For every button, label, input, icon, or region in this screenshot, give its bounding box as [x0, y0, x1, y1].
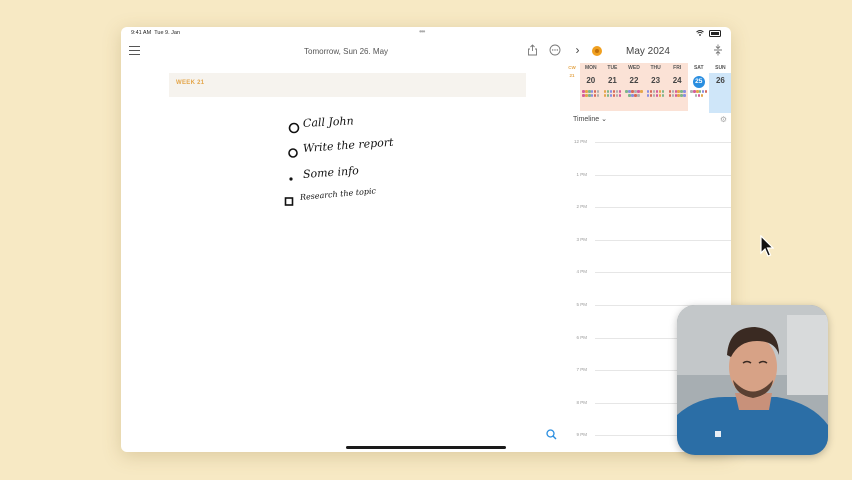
hour-label: 5 PM — [576, 302, 587, 307]
event-indicators — [646, 89, 665, 97]
system-icons — [696, 29, 721, 38]
calendar-day-21[interactable]: TUE 21 — [602, 63, 624, 113]
chevron-down-icon: ⌄ — [601, 116, 608, 123]
mouse-cursor-icon — [760, 234, 775, 259]
calendar-day-name: WED — [628, 65, 640, 71]
calendar-day-23[interactable]: THU 23 — [645, 63, 667, 113]
calendar-day-number: 21 — [607, 76, 617, 85]
timeline-hour-row[interactable]: 12 PM — [561, 139, 731, 144]
hour-label: 1 PM — [576, 171, 587, 177]
handwritten-notes[interactable]: Call John Write the report Some info Res… — [281, 114, 431, 215]
wifi-icon — [696, 30, 705, 36]
hour-gridline — [595, 142, 731, 143]
calendar-day-name: MON — [584, 65, 597, 71]
calendar-day-26[interactable]: SUN 26 — [710, 63, 731, 113]
share-icon[interactable] — [526, 44, 539, 57]
hour-label: 9 PM — [576, 432, 587, 438]
hour-label: 4 PM — [576, 269, 587, 275]
home-indicator[interactable] — [346, 446, 506, 449]
calendar-day-25[interactable]: SAT 25 — [688, 63, 710, 113]
hour-gridline — [595, 272, 731, 274]
orange-status-icon[interactable] — [592, 46, 602, 56]
calendar-day-number: 23 — [651, 76, 661, 85]
menu-icon[interactable] — [129, 46, 140, 55]
event-indicators — [603, 89, 622, 97]
more-icon[interactable] — [548, 44, 561, 57]
calendar-day-name: FRI — [673, 65, 682, 71]
calendar-day-number: 20 — [586, 76, 596, 85]
status-time: 9:41 AM Tue 9. Jan — [131, 30, 181, 36]
ipad-screen: 9:41 AM Tue 9. Jan ••• Tomorrow, Sun 26.… — [121, 27, 731, 452]
timeline-hour-row[interactable]: 1 PM — [561, 171, 731, 177]
calendar-day-20[interactable]: MON 20 — [580, 63, 602, 113]
hour-label: 7 PM — [576, 367, 587, 373]
search-icon[interactable] — [546, 427, 557, 440]
timeline-hour-row[interactable]: 3 PM — [561, 236, 731, 242]
hour-label: 8 PM — [576, 399, 587, 405]
week-banner[interactable]: WEEK 21 — [169, 73, 526, 97]
webcam-person-image — [677, 305, 828, 455]
hour-label: 3 PM — [576, 236, 587, 242]
calendar-day-24[interactable]: FRI 24 — [666, 63, 688, 113]
event-indicators — [582, 89, 600, 97]
event-indicators — [625, 89, 643, 97]
calendar-day-name: SAT — [693, 65, 704, 71]
month-title[interactable]: May 2024 — [626, 46, 670, 57]
timeline-hour-row[interactable]: 4 PM — [561, 269, 731, 275]
multitasking-dots[interactable]: ••• — [419, 27, 425, 36]
calendar-week-column: CW 21 — [568, 65, 576, 78]
hour-gridline — [595, 239, 731, 241]
event-indicators — [668, 89, 686, 97]
calendar-day-name: TUE — [607, 65, 618, 71]
date-title[interactable]: Tomorrow, Sun 26. May — [304, 47, 388, 56]
calendar-day-number: 25 — [688, 75, 710, 88]
status-bar: 9:41 AM Tue 9. Jan ••• — [121, 27, 731, 39]
hour-gridline — [595, 174, 731, 176]
hour-label: 2 PM — [576, 204, 587, 210]
calendar-day-number: 26 — [715, 76, 725, 85]
calendar-day-name: SUN — [715, 65, 726, 71]
chevron-right-icon[interactable]: › — [571, 44, 584, 57]
calendar-day-number: 22 — [629, 76, 639, 85]
hour-label: 12 PM — [573, 139, 587, 144]
timeline-selector[interactable]: Timeline ⌄ — [573, 115, 607, 123]
hour-gridline — [595, 207, 731, 209]
hour-label: 6 PM — [576, 334, 587, 340]
calendar-day-number: 24 — [672, 76, 682, 85]
gear-icon[interactable]: ⚙ — [720, 115, 727, 124]
note-line-1: Call John — [302, 114, 354, 130]
expand-icon[interactable] — [713, 44, 723, 59]
calendar-day-22[interactable]: WED 22 — [623, 63, 645, 113]
event-indicators — [690, 89, 708, 97]
mini-calendar: CW 21 MON 20 TUE 21 WED 22 THU 23 FRI 24 SAT 25 SUN 2… — [566, 63, 731, 113]
toolbar: Tomorrow, Sun 26. May › May 2024 — [121, 41, 731, 61]
timeline-hour-row[interactable]: 2 PM — [561, 204, 731, 210]
webcam-overlay — [677, 305, 828, 455]
battery-icon — [709, 30, 721, 37]
week-label: WEEK 21 — [176, 80, 205, 86]
calendar-day-name: THU — [650, 65, 661, 71]
